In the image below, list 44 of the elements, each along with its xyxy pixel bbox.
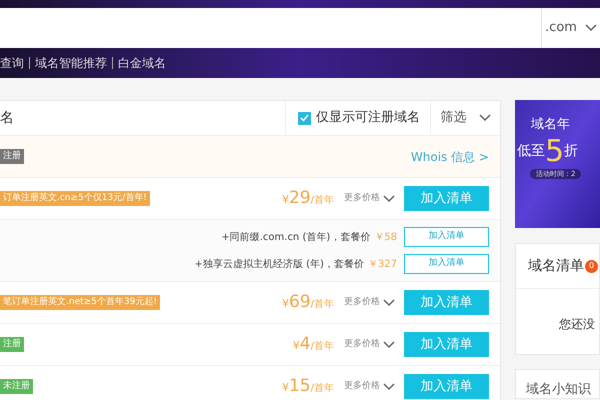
- chevron-down-icon: [383, 340, 395, 348]
- chevron-down-icon: [383, 382, 395, 390]
- banner-title: 域名年: [531, 116, 570, 134]
- suffix-dropdown[interactable]: .com: [541, 8, 600, 48]
- empty-cart-message: 您还没: [559, 317, 595, 331]
- status-tag: 笔订单注册英文.net≥5个首年39元起!: [0, 295, 160, 310]
- more-prices-dropdown[interactable]: 更多价格: [344, 192, 395, 206]
- more-prices-dropdown[interactable]: 更多价格: [344, 296, 395, 310]
- more-prices-dropdown[interactable]: 更多价格: [344, 338, 395, 352]
- bundle-offer: +同前缀.com.cn (首年)，套餐价: [221, 230, 370, 244]
- status-tag: 订单注册英文.cn≥5个仅13元/首年!: [0, 191, 150, 206]
- status-tag: 注册: [0, 337, 24, 352]
- bundle-offer: +独享云虚拟主机经济版 (年)，套餐价: [194, 258, 364, 272]
- nav-link[interactable]: 域名智能推荐: [35, 54, 107, 72]
- chevron-down-icon: [478, 114, 490, 122]
- whois-link[interactable]: Whois 信息 >: [410, 148, 489, 166]
- price: ¥4/首年: [292, 332, 334, 356]
- cart-title: 域名清单: [528, 256, 584, 276]
- results-title: 名: [0, 108, 15, 128]
- nav-link[interactable]: 查询: [0, 54, 24, 72]
- chevron-down-icon: [584, 24, 597, 32]
- bundle-price: ￥327: [368, 258, 397, 272]
- price: ¥69/首年: [282, 290, 334, 314]
- add-to-list-button[interactable]: 加入清单: [404, 290, 489, 315]
- chevron-down-icon: [383, 194, 395, 202]
- bundle-price: ￥58: [374, 230, 397, 244]
- add-to-list-button[interactable]: 加入清单: [404, 374, 489, 399]
- checkbox[interactable]: [298, 112, 311, 124]
- tips-title: 域名小知识: [526, 382, 591, 397]
- more-prices-dropdown[interactable]: 更多价格: [344, 380, 395, 394]
- cart-count-badge: 0: [585, 260, 598, 272]
- filter-dropdown[interactable]: 筛选: [430, 101, 500, 135]
- add-to-list-button[interactable]: 加入清单: [404, 332, 489, 357]
- add-bundle-button[interactable]: 加入清单: [404, 227, 489, 247]
- price: ¥15/首年: [282, 374, 334, 398]
- chevron-down-icon: [383, 298, 395, 306]
- available-only-checkbox[interactable]: 仅显示可注册域名: [285, 101, 430, 135]
- add-bundle-button[interactable]: 加入清单: [404, 254, 489, 274]
- status-tag: 注册: [0, 149, 24, 164]
- status-tag: 未注册: [0, 379, 33, 394]
- price: ¥29/首年: [282, 186, 334, 210]
- add-to-list-button[interactable]: 加入清单: [404, 186, 489, 211]
- nav-link[interactable]: 白金域名: [118, 54, 166, 72]
- search-field[interactable]: .com: [0, 8, 600, 48]
